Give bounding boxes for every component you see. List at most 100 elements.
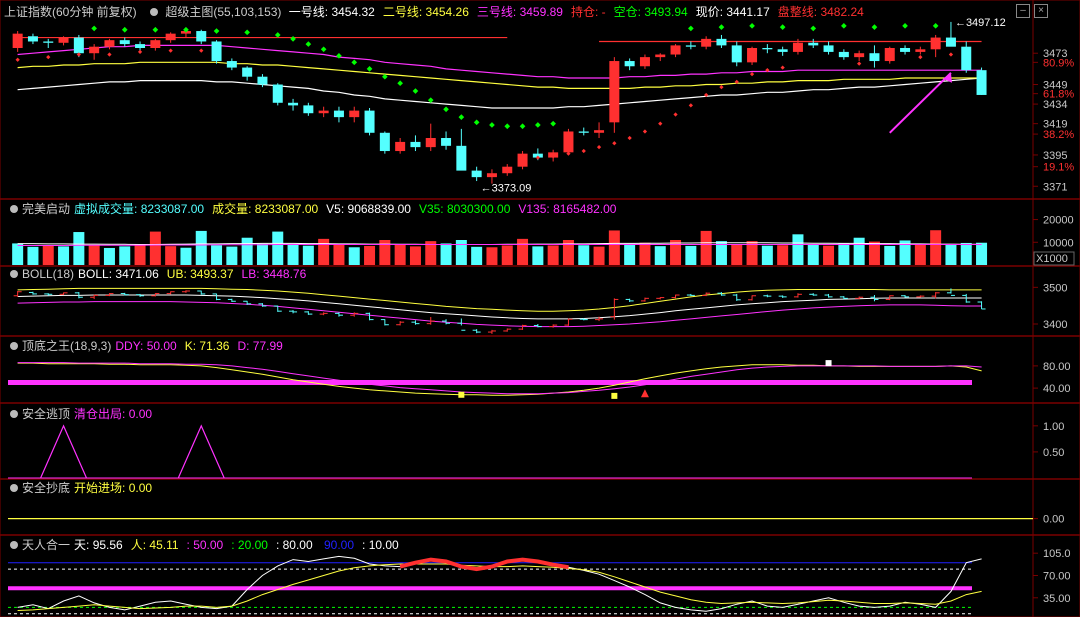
boll-header: BOLL(18) BOLL: 3471.06 UB: 3493.37 LB: 3448…	[4, 266, 318, 282]
volume-bar	[517, 238, 529, 265]
volume-bar	[777, 245, 789, 265]
volume-bar	[42, 245, 54, 265]
tian-tick-label: 105.0	[1043, 548, 1071, 560]
candle-body	[333, 110, 344, 118]
red-dot	[780, 65, 785, 70]
indicator-icon[interactable]	[10, 484, 18, 492]
header-value-1: UB:	[166, 267, 191, 281]
red-dot	[168, 48, 173, 53]
indicator-icon[interactable]	[10, 410, 18, 418]
close-icon[interactable]: ×	[1034, 4, 1048, 18]
header-number-0: 3454.32	[331, 5, 375, 19]
green-dot	[443, 106, 449, 113]
candle-body	[318, 110, 329, 114]
tian-indicator-name: 天人合一	[22, 538, 71, 552]
volume-bar	[119, 246, 131, 265]
candle-body	[150, 40, 161, 48]
header-number-4: 8165482.00	[553, 202, 617, 216]
volume-bar	[241, 237, 253, 265]
volume-bar	[195, 230, 207, 265]
volume-bar	[88, 245, 100, 265]
indicator-icon[interactable]	[10, 270, 18, 278]
candle-body	[165, 33, 176, 41]
boll-tick-label: 3400	[1043, 319, 1067, 331]
indicator-icon[interactable]	[10, 541, 18, 549]
header-number-0: 8233087.00	[140, 202, 205, 216]
candle-body	[609, 61, 620, 123]
header-value-2: 三号线:	[476, 5, 520, 19]
volume-bar	[639, 242, 651, 265]
price-tick-label: 3371	[1043, 181, 1067, 193]
volume-bar	[761, 245, 773, 265]
boll-tick-label: 3500	[1043, 282, 1067, 294]
volume-bar	[930, 230, 942, 265]
stock-chart-canvas[interactable]: 34733449343434193395337180.9%61.8%38.2%1…	[0, 0, 1080, 617]
candle-body	[441, 138, 452, 146]
green-dot	[871, 24, 878, 30]
header-value-6: 盘整线:	[777, 5, 821, 19]
volume-bar	[180, 247, 192, 265]
header-number-1: 71.36	[199, 339, 230, 353]
candle-body	[27, 36, 38, 42]
header-value-0: 天:	[74, 538, 93, 552]
candle-body	[670, 45, 681, 55]
price-tick-label: 80.9%	[1043, 57, 1074, 69]
bottom-header: 安全抄底 开始进场: 0.00	[4, 480, 164, 496]
candle-body	[838, 51, 849, 58]
red-dot	[612, 141, 617, 146]
candle-body	[12, 33, 23, 48]
price-tick-label: 19.1%	[1043, 162, 1074, 174]
volume-header: 完美启动 虚拟成交量: 8233087.00 成交量: 8233087.00 V5: …	[4, 201, 628, 217]
candle-body	[655, 54, 666, 58]
header-value-1: 二号线:	[382, 5, 426, 19]
header-value-2: D:	[237, 339, 253, 353]
red-dot	[918, 55, 923, 60]
candle-body	[288, 102, 299, 106]
header-number-6: 10.00	[368, 538, 399, 552]
red-dot	[948, 52, 954, 57]
indicator-icon[interactable]	[10, 342, 18, 350]
candle-body	[685, 45, 696, 47]
red-dot	[719, 85, 724, 90]
volume-bar	[302, 245, 314, 265]
escape-spike	[177, 424, 225, 479]
header-number-2: 3459.89	[519, 5, 563, 19]
red-dot	[137, 49, 143, 55]
header-number-1: 45.11	[149, 538, 179, 552]
indicator-icon[interactable]	[10, 205, 18, 213]
candle-body	[73, 37, 84, 54]
kdj-line-K	[17, 362, 982, 396]
candle-body	[731, 45, 742, 63]
red-dot	[199, 48, 204, 53]
candle-body	[563, 131, 574, 153]
candle-body	[89, 46, 100, 54]
volume-bar	[823, 245, 835, 265]
header-number-6: 3482.24	[820, 5, 864, 19]
candle-body	[900, 48, 911, 52]
kdj-tick-label: 80.00	[1043, 361, 1071, 373]
price-tick-label: 3434	[1043, 99, 1067, 111]
header-value-0: 虚拟成交量:	[74, 202, 141, 216]
volume-bar	[868, 241, 880, 265]
kdj-marker	[611, 392, 618, 399]
minimize-icon[interactable]: –	[1016, 4, 1030, 18]
candle-body	[364, 110, 375, 133]
green-dot	[366, 66, 373, 72]
indicator-icon[interactable]	[150, 8, 159, 16]
volume-bar	[348, 247, 360, 265]
green-dot	[779, 24, 786, 30]
red-dot	[749, 71, 755, 77]
header-number-3: -	[601, 5, 606, 19]
volume-bar	[409, 246, 421, 265]
candle-body	[242, 67, 253, 77]
green-dot	[841, 22, 847, 29]
boll-indicator-name: BOLL(18)	[22, 267, 75, 281]
candle-body	[930, 37, 941, 50]
candle-body	[915, 49, 926, 52]
candle-body	[471, 170, 482, 178]
header-value-1: K:	[184, 339, 200, 353]
volume-bar	[149, 231, 161, 265]
price-tick-label: 61.8%	[1043, 89, 1074, 101]
volume-bar	[287, 244, 299, 265]
red-dot	[46, 55, 51, 60]
